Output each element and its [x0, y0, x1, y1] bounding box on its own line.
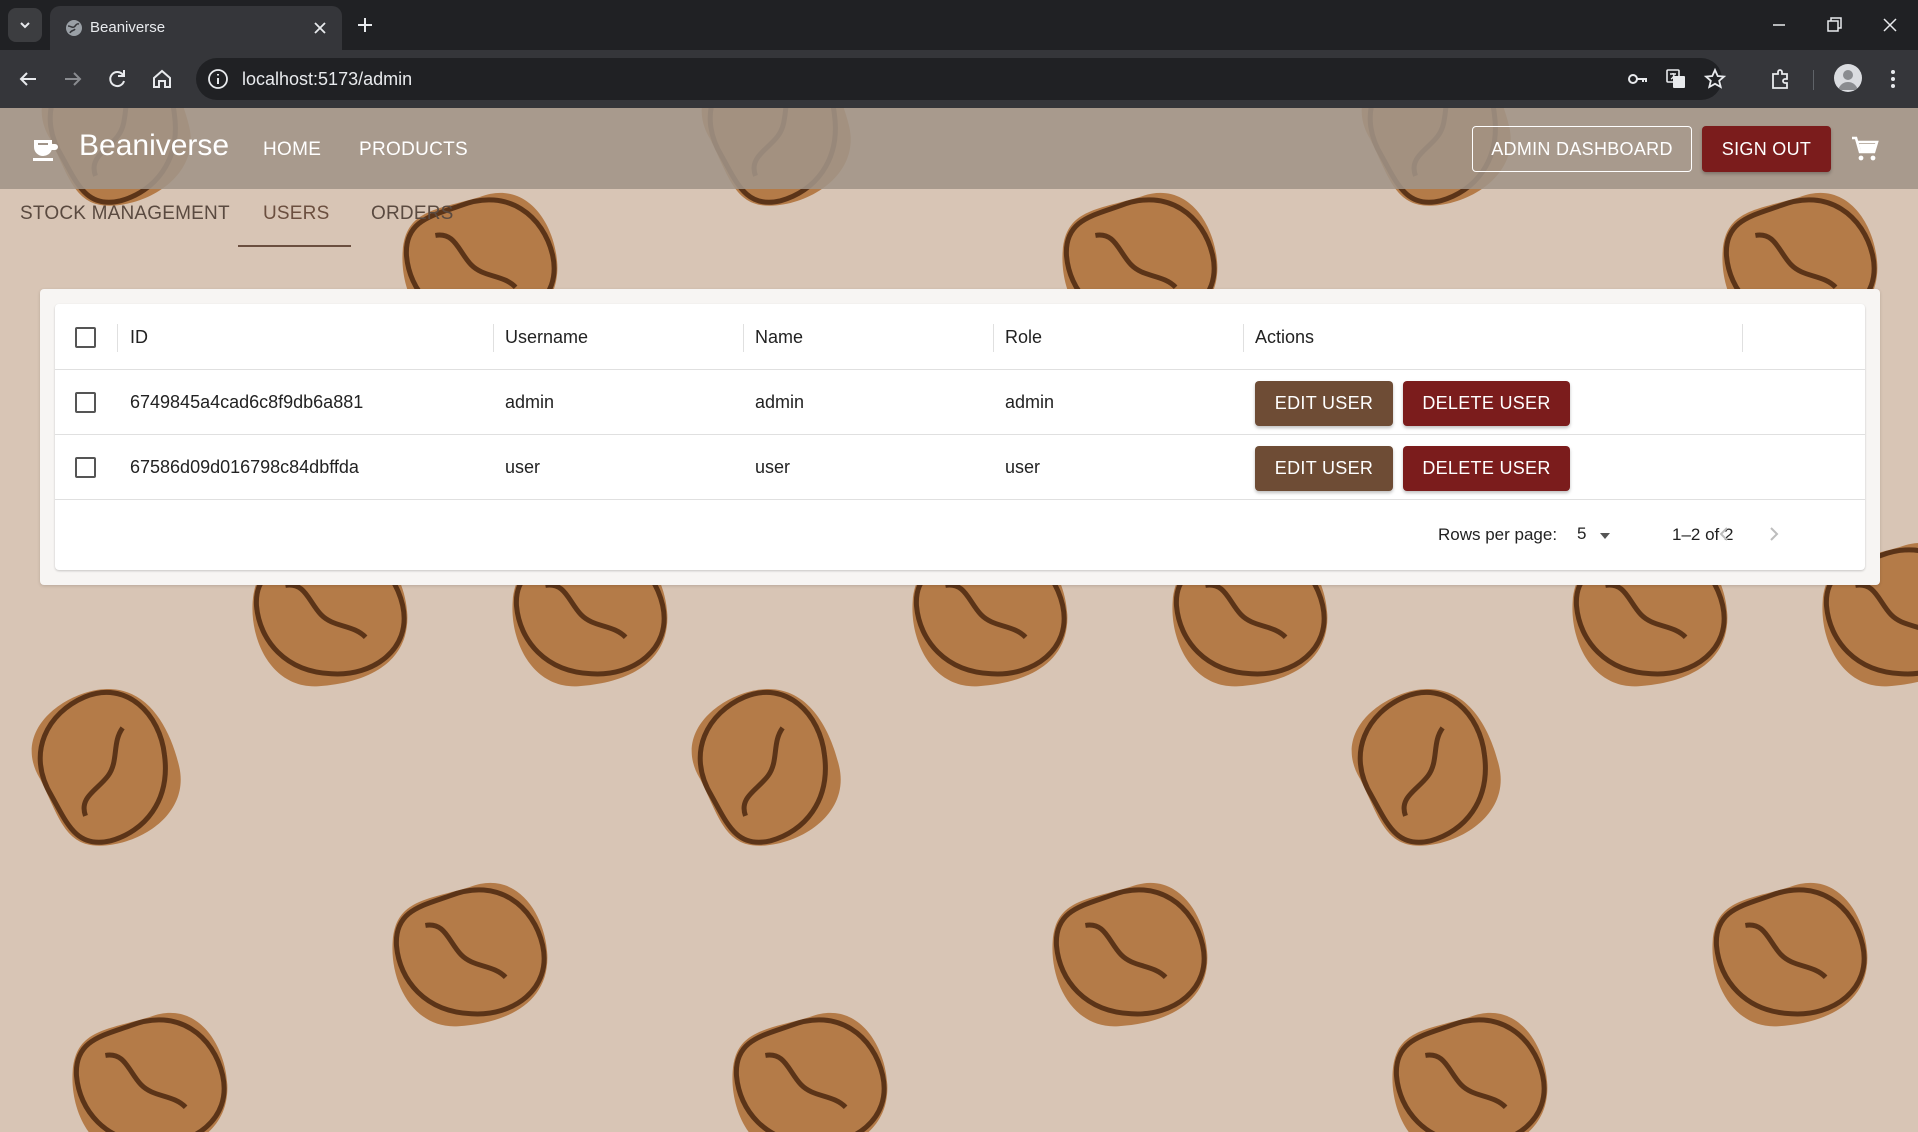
browser-toolbar: localhost:5173/admin [0, 50, 1918, 108]
select-all-checkbox[interactable] [75, 327, 96, 348]
column-separator [1742, 324, 1743, 352]
cell-role: admin [1005, 392, 1055, 412]
address-bar[interactable]: localhost:5173/admin [196, 58, 1727, 100]
coffee-bean-pattern [0, 108, 1918, 1132]
rows-per-page-value: 5 [1577, 524, 1587, 543]
coffee-cup-icon[interactable] [30, 134, 60, 164]
star-icon[interactable] [1703, 67, 1727, 91]
column-separator [993, 324, 994, 352]
previous-page-icon[interactable] [1710, 520, 1738, 548]
users-card: ID Username Name Role Actions 6749845a4c… [40, 289, 1880, 585]
cell-id: 67586d09d016798c84dbffda [130, 457, 359, 477]
tab-search-button[interactable] [8, 8, 42, 42]
minimize-icon[interactable] [1766, 12, 1792, 38]
key-icon[interactable] [1625, 67, 1649, 91]
nav-home[interactable]: HOME [263, 139, 321, 161]
column-header-role[interactable]: Role [1005, 327, 1042, 348]
cell-username: admin [505, 392, 555, 412]
column-header-id[interactable]: ID [130, 327, 148, 348]
delete-user-button[interactable]: DELETE USER [1403, 381, 1570, 426]
tab-stock-management[interactable]: STOCK MANAGEMENT [20, 203, 230, 225]
table-row[interactable]: 67586d09d016798c84dbffda user user user … [55, 435, 1865, 500]
users-data-grid: ID Username Name Role Actions 6749845a4c… [55, 304, 1865, 570]
restore-icon[interactable] [1821, 12, 1847, 38]
cell-name: user [755, 457, 791, 477]
table-header-row: ID Username Name Role Actions [55, 304, 1865, 370]
column-separator [493, 324, 494, 352]
edit-user-button[interactable]: EDIT USER [1255, 446, 1393, 491]
edit-user-button[interactable]: EDIT USER [1255, 381, 1393, 426]
window-close-icon[interactable] [1877, 12, 1903, 38]
tab-indicator [238, 245, 351, 247]
bean-decoration [16, 108, 1918, 1132]
forward-icon[interactable] [59, 65, 87, 93]
dropdown-arrow-icon [1600, 533, 1610, 539]
cell-name: admin [755, 392, 805, 412]
next-page-icon[interactable] [1760, 520, 1788, 548]
cell-username: user [505, 457, 541, 477]
chevron-down-icon [20, 22, 30, 29]
brand-name[interactable]: Beaniverse [79, 129, 229, 163]
column-separator [743, 324, 744, 352]
admin-dashboard-button[interactable]: ADMIN DASHBOARD [1472, 126, 1692, 172]
page: Beaniverse HOME PRODUCTS ADMIN DASHBOARD… [0, 108, 1918, 1132]
person-icon [1838, 70, 1858, 90]
extensions-icon[interactable] [1767, 65, 1795, 93]
delete-user-button[interactable]: DELETE USER [1403, 446, 1570, 491]
browser-tabstrip: Beaniverse [0, 0, 1918, 50]
rows-per-page-label: Rows per page: [1438, 525, 1558, 544]
toolbar-divider [1813, 70, 1814, 90]
browser-tab[interactable]: Beaniverse [50, 6, 342, 50]
home-icon[interactable] [148, 65, 176, 93]
table-row[interactable]: 6749845a4cad6c8f9db6a881 admin admin adm… [55, 370, 1865, 435]
kebab-menu-icon[interactable] [1879, 65, 1907, 93]
url-text: localhost:5173/admin [242, 69, 413, 89]
translate-icon[interactable] [1664, 67, 1688, 91]
tab-users[interactable]: USERS [263, 203, 329, 225]
nav-products[interactable]: PRODUCTS [359, 139, 468, 161]
column-header-username[interactable]: Username [505, 327, 588, 348]
close-icon[interactable] [310, 18, 330, 38]
back-icon[interactable] [14, 65, 42, 93]
app-bar: Beaniverse HOME PRODUCTS ADMIN DASHBOARD… [0, 108, 1918, 189]
column-separator [117, 324, 118, 352]
shopping-cart-icon[interactable] [1850, 134, 1880, 164]
plus-icon[interactable] [352, 12, 378, 38]
pagination-footer: Rows per page: 5 1–2 of 2 [55, 500, 1865, 570]
rows-per-page-select[interactable]: 5 [1577, 522, 1627, 548]
admin-tabs: STOCK MANAGEMENT USERS ORDERS [0, 189, 480, 249]
row-checkbox[interactable] [75, 392, 96, 413]
info-icon[interactable] [206, 67, 230, 91]
reload-icon[interactable] [103, 65, 131, 93]
tab-orders[interactable]: ORDERS [371, 203, 454, 225]
globe-icon [66, 20, 82, 36]
column-separator [1243, 324, 1244, 352]
tab-title: Beaniverse [90, 19, 166, 36]
column-header-name[interactable]: Name [755, 327, 803, 348]
cell-role: user [1005, 457, 1041, 477]
column-header-actions[interactable]: Actions [1255, 327, 1314, 348]
sign-out-button[interactable]: SIGN OUT [1702, 126, 1831, 172]
row-checkbox[interactable] [75, 457, 96, 478]
profile-icon[interactable] [1834, 64, 1862, 92]
cell-id: 6749845a4cad6c8f9db6a881 [130, 392, 364, 412]
